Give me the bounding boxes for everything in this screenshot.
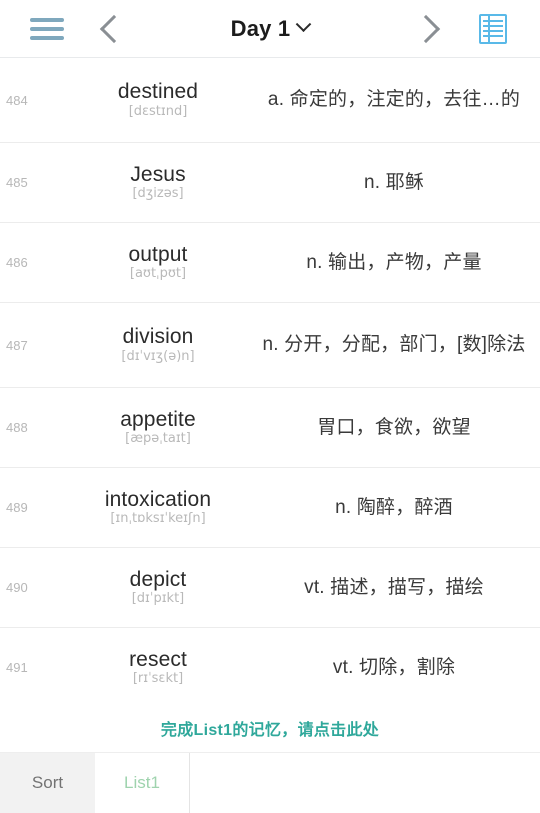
- hamburger-line: [30, 35, 64, 40]
- word-index: 484: [6, 92, 28, 108]
- tab-list1[interactable]: List1: [95, 753, 190, 813]
- word-definition: vt. 描述，描写，描绘: [304, 576, 484, 598]
- word-index: 488: [6, 420, 28, 435]
- chevron-left-icon[interactable]: [99, 14, 129, 43]
- word-column: resect [rɪˈsɛkt]: [58, 648, 258, 687]
- day-selector-trigger[interactable]: Day 1: [230, 15, 312, 42]
- word-column: intoxication [ɪnˌtɒksɪˈkeɪʃn]: [58, 488, 258, 527]
- word-text: division: [122, 325, 194, 349]
- word-column: destined [dɛstɪnd]: [58, 80, 258, 119]
- word-text: output: [128, 242, 188, 266]
- word-column: division [dɪˈvɪʒ(ə)n]: [58, 325, 258, 364]
- day-selector[interactable]: Day 1: [150, 16, 390, 42]
- word-phonetic: [dɛstɪnd]: [128, 103, 188, 119]
- complete-list-label: 完成List1的记忆，请点击此处: [160, 722, 380, 739]
- word-text: destined: [117, 80, 199, 104]
- table-row[interactable]: 484 destined [dɛstɪnd] a. 命定的，注定的，去往…的: [0, 58, 540, 143]
- hamburger-line: [30, 17, 64, 22]
- word-index: 490: [6, 580, 28, 595]
- word-definition: 胃口，食欲，欲望: [317, 416, 471, 438]
- tab-sort-label: Sort: [31, 773, 64, 792]
- chevron-down-icon[interactable]: [296, 16, 312, 33]
- menu-button[interactable]: [16, 17, 78, 40]
- complete-list-link[interactable]: 完成List1的记忆，请点击此处: [0, 704, 540, 752]
- table-row[interactable]: 489 intoxication [ɪnˌtɒksɪˈkeɪʃn] n. 陶醉，…: [0, 468, 540, 548]
- word-text: intoxication: [104, 487, 212, 511]
- previous-day-button[interactable]: [78, 14, 150, 43]
- table-row[interactable]: 491 resect [rɪˈsɛkt] vt. 切除，割除: [0, 628, 540, 704]
- table-row[interactable]: 485 Jesus [dʒizəs] n. 耶稣: [0, 143, 540, 223]
- bottom-tab-bar: Sort List1: [0, 752, 540, 813]
- grid-line: [483, 25, 503, 28]
- word-definition: vt. 切除，割除: [332, 656, 456, 678]
- tab-bar-filler: [190, 753, 540, 813]
- table-view-icon[interactable]: [479, 13, 507, 44]
- word-list: 484 destined [dɛstɪnd] a. 命定的，注定的，去往…的 4…: [0, 58, 540, 704]
- table-row[interactable]: 490 depict [dɪˈpɪkt] vt. 描述，描写，描绘: [0, 548, 540, 628]
- tab-list1-label: List1: [124, 773, 160, 792]
- word-phonetic: [ɪnˌtɒksɪˈkeɪʃn]: [110, 511, 206, 527]
- vocabulary-app-screen: Day 1 484 destined [dɛstɪnd] a. 命定的，注定的，…: [0, 0, 540, 813]
- table-row[interactable]: 486 output [aʊtˌpʊt] n. 输出，产物，产量: [0, 223, 540, 303]
- word-definition: n. 分开，分配，部门，[数]除法: [262, 334, 526, 356]
- grid-line: [483, 34, 503, 37]
- grid-line: [483, 29, 503, 32]
- word-phonetic: [dʒizəs]: [132, 186, 184, 202]
- chevron-right-icon[interactable]: [411, 14, 441, 43]
- word-phonetic: [dɪˈpɪkt]: [131, 591, 185, 607]
- word-text: depict: [129, 567, 187, 591]
- word-column: appetite [æpəˌtaɪt]: [58, 408, 258, 447]
- word-phonetic: [æpəˌtaɪt]: [125, 431, 191, 447]
- word-phonetic: [dɪˈvɪʒ(ə)n]: [121, 348, 195, 364]
- word-definition: a. 命定的，注定的，去往…的: [267, 89, 521, 111]
- word-definition: n. 耶稣: [363, 171, 425, 193]
- grid-line: [483, 20, 503, 23]
- table-view-button[interactable]: [462, 13, 524, 44]
- word-index: 491: [6, 660, 28, 675]
- word-index: 485: [6, 175, 28, 190]
- page-title: Day 1: [230, 15, 291, 41]
- word-definition: n. 陶醉，醉酒: [335, 496, 453, 518]
- word-index: 487: [6, 337, 28, 353]
- word-text: Jesus: [130, 162, 186, 186]
- hamburger-menu-icon[interactable]: [30, 17, 64, 40]
- table-row[interactable]: 488 appetite [æpəˌtaɪt] 胃口，食欲，欲望: [0, 388, 540, 468]
- word-text: resect: [129, 647, 187, 671]
- word-column: depict [dɪˈpɪkt]: [58, 568, 258, 607]
- table-row[interactable]: 487 division [dɪˈvɪʒ(ə)n] n. 分开，分配，部门，[数…: [0, 303, 540, 388]
- word-text: appetite: [120, 407, 196, 431]
- word-column: Jesus [dʒizəs]: [58, 163, 258, 202]
- word-index: 486: [6, 255, 28, 270]
- top-navigation-bar: Day 1: [0, 0, 540, 58]
- word-column: output [aʊtˌpʊt]: [58, 243, 258, 282]
- word-phonetic: [aʊtˌpʊt]: [129, 266, 187, 282]
- word-phonetic: [rɪˈsɛkt]: [132, 671, 184, 687]
- word-index: 489: [6, 500, 28, 515]
- next-day-button[interactable]: [390, 14, 462, 43]
- word-definition: n. 输出，产物，产量: [306, 251, 482, 273]
- tab-sort[interactable]: Sort: [0, 753, 95, 813]
- hamburger-line: [30, 26, 64, 31]
